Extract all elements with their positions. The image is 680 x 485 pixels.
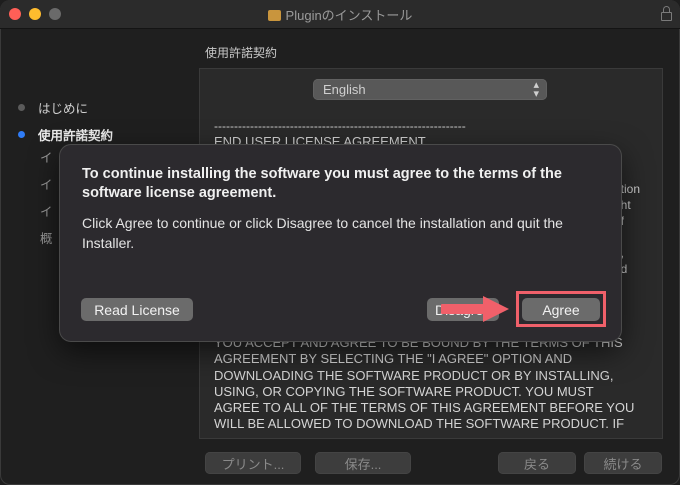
annotation-arrow-icon <box>441 296 509 322</box>
back-button[interactable]: 戻る <box>498 452 576 474</box>
step-dot-icon <box>18 131 25 138</box>
sidebar-item-label: イ <box>40 178 53 192</box>
sidebar-item-label: はじめに <box>38 102 89 116</box>
dialog-message: Click Agree to continue or click Disagre… <box>82 215 563 251</box>
package-icon <box>267 10 281 21</box>
read-license-button[interactable]: Read License <box>81 298 193 321</box>
section-title: 使用許諾契約 <box>205 46 278 60</box>
window-title-text: Pluginのインストール <box>285 8 413 23</box>
dialog-heading: To continue installing the software you … <box>82 166 562 201</box>
document-line: AGREE TO ALL OF THE TERMS OF THIS AGREEM… <box>214 400 635 416</box>
installer-window: Pluginのインストール 使用許諾契約 はじめに 使用許諾契約 English… <box>0 0 680 485</box>
document-line: WILL BE ALLOWED TO DOWNLOAD THE SOFTWARE… <box>214 416 625 432</box>
lock-icon <box>661 6 672 21</box>
title-bar: Pluginのインストール <box>0 0 680 29</box>
sidebar-item-label: 概 <box>40 232 53 246</box>
license-document-bottom: YOU ACCEPT AND AGREE TO BE BOUND BY THE … <box>214 335 659 433</box>
chevron-up-down-icon: ▴ ▾ <box>533 79 539 100</box>
language-select-value: English <box>323 82 366 97</box>
continue-button[interactable]: 続ける <box>584 452 662 474</box>
window-title: Pluginのインストール <box>0 5 680 24</box>
document-line: AGREEMENT BY SELECTING THE "I AGREE" OPT… <box>214 351 573 367</box>
sidebar-item-license: 使用許諾契約 <box>18 121 113 148</box>
sidebar-item-introduction: はじめに <box>18 94 113 121</box>
sidebar-item-label: 使用許諾契約 <box>38 129 114 143</box>
document-separator: ----------------------------------------… <box>214 119 466 133</box>
sidebar-item-label: イ <box>40 151 53 165</box>
step-dot-icon <box>18 104 25 111</box>
save-button[interactable]: 保存... <box>315 452 411 474</box>
sidebar-item-label: イ <box>40 205 53 219</box>
language-select[interactable]: English ▴ ▾ <box>313 79 547 100</box>
document-line: USING, OR COPYING THE SOFTWARE PRODUCT. … <box>214 383 594 399</box>
document-line: DOWNLOADING THE SOFTWARE PRODUCT OR BY I… <box>214 367 614 383</box>
installer-steps-sidebar: はじめに 使用許諾契約 <box>18 94 113 148</box>
print-button[interactable]: プリント... <box>205 452 301 474</box>
annotation-highlight-box <box>516 291 606 327</box>
